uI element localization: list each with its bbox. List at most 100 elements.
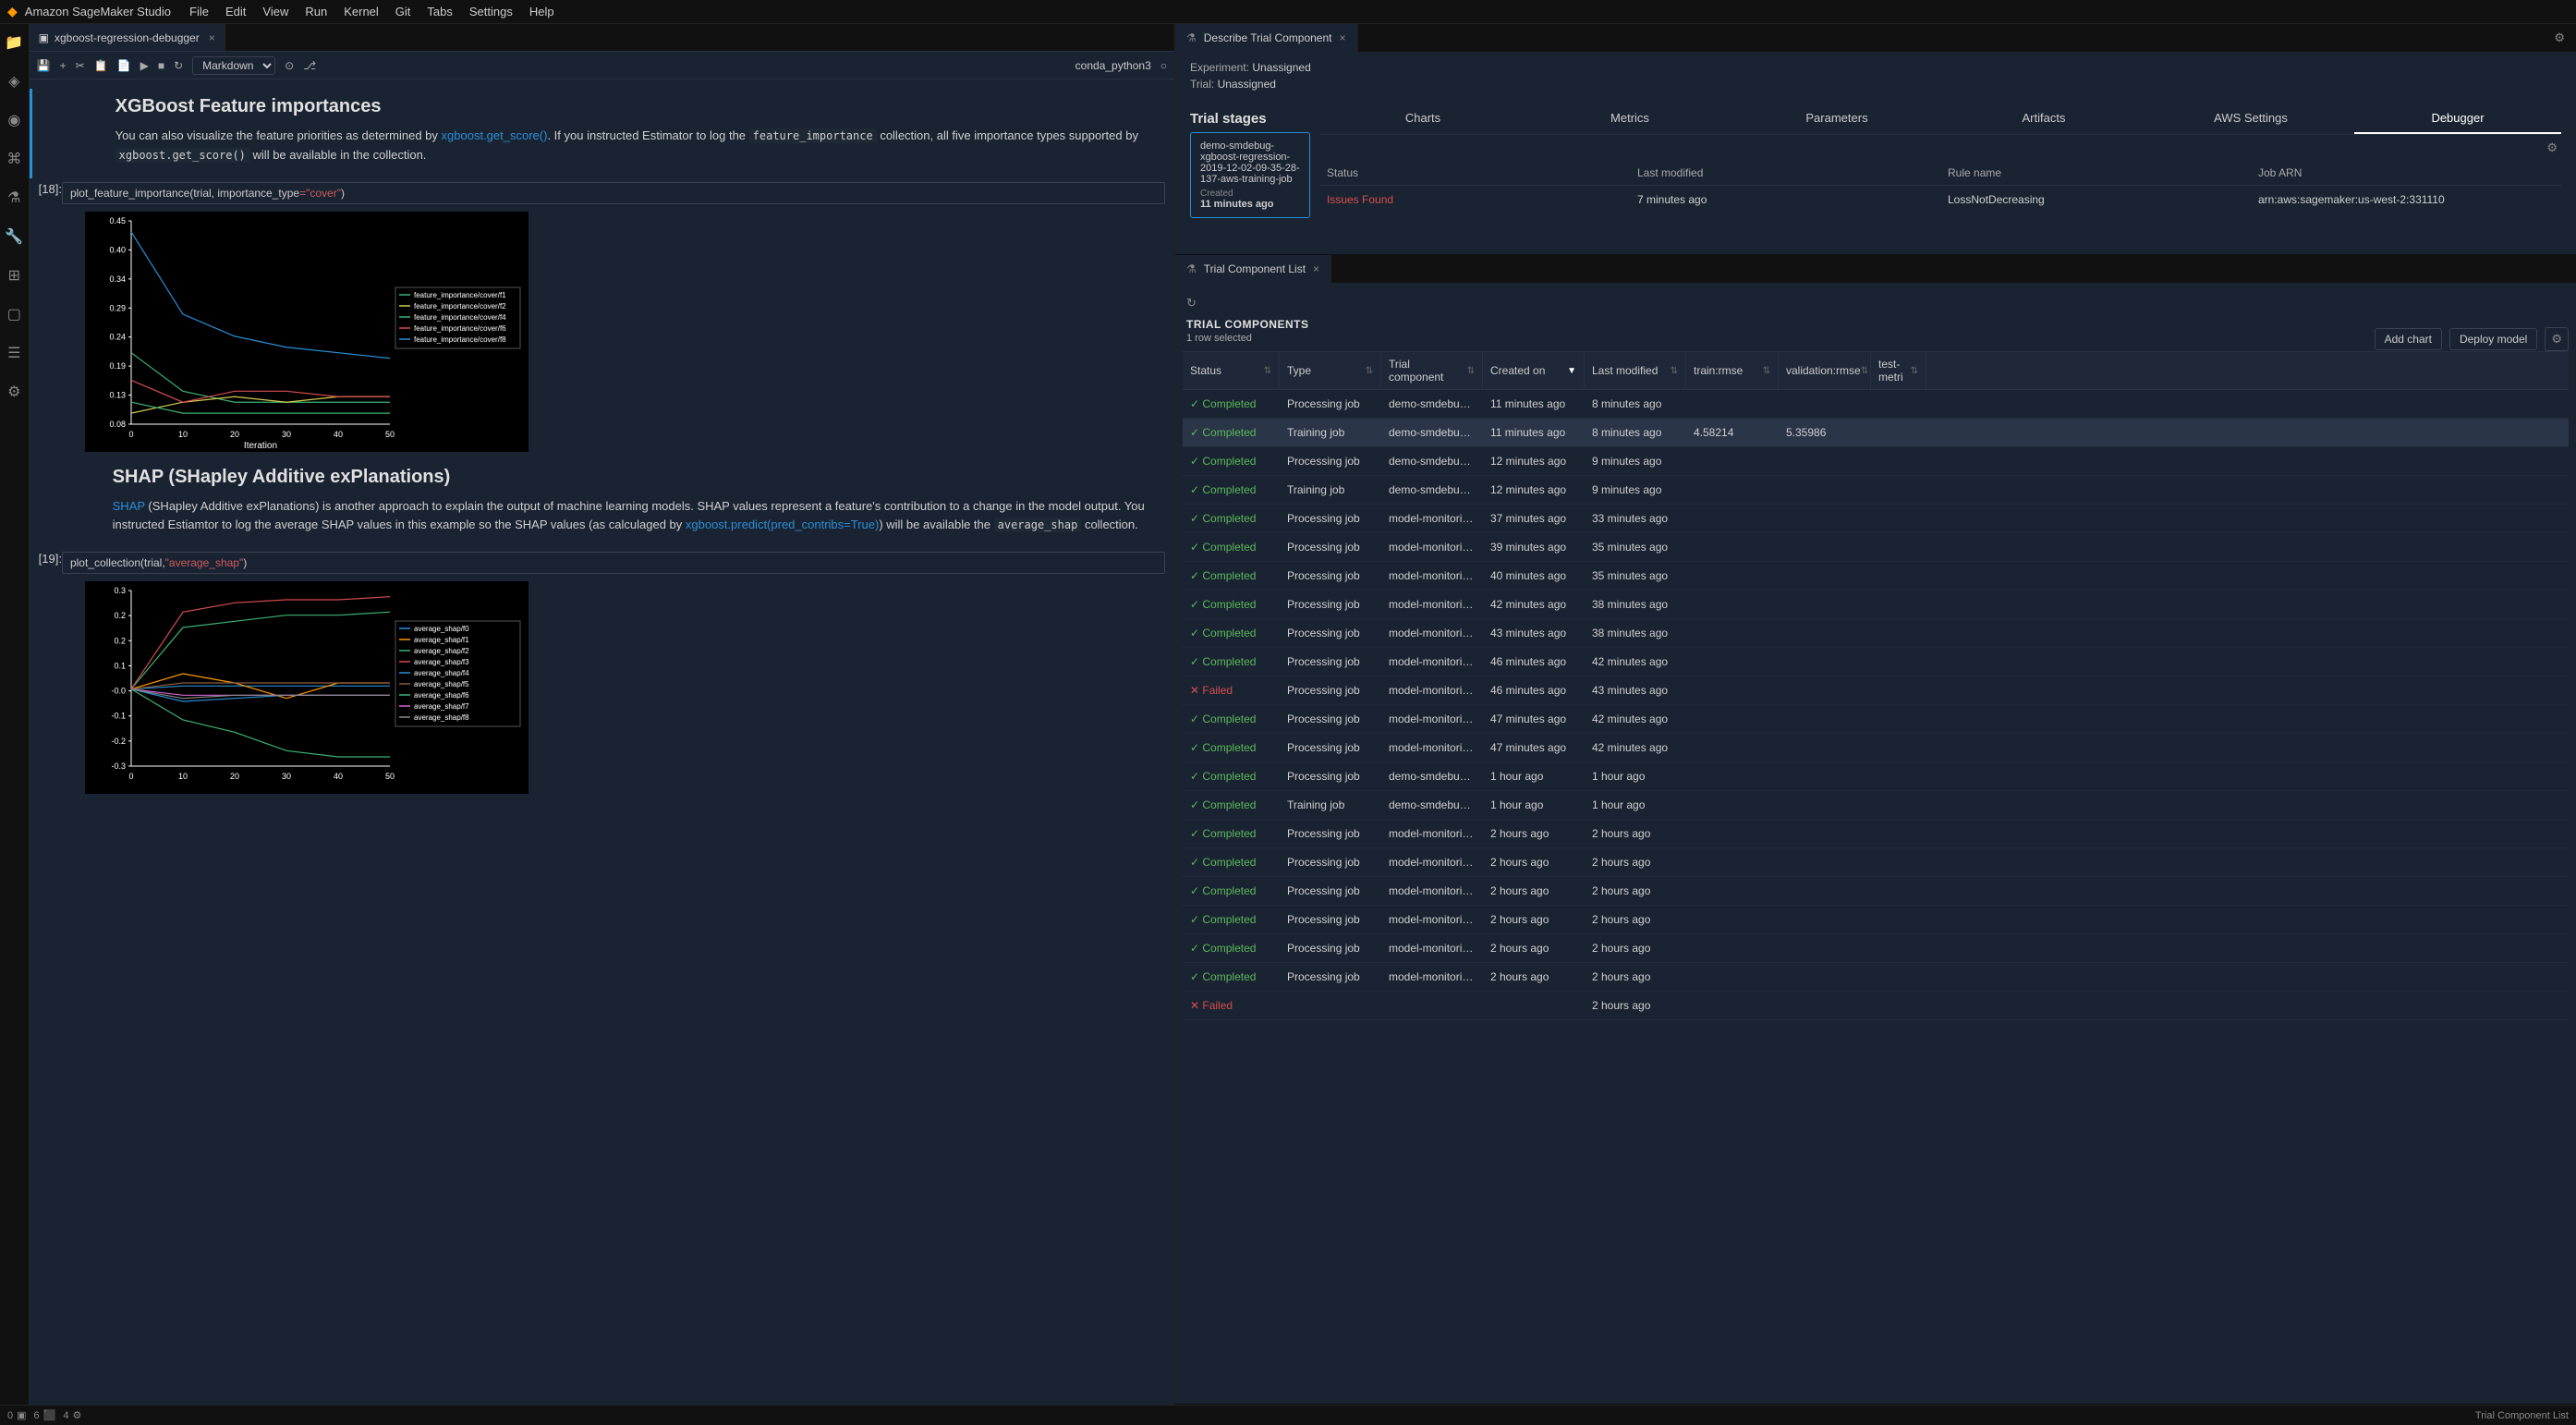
cut-icon[interactable]: ✂: [76, 59, 85, 72]
close-icon[interactable]: ×: [1340, 31, 1346, 44]
gear-icon[interactable]: ⚙: [2545, 327, 2569, 351]
code-input[interactable]: plot_feature_importance(trial, importanc…: [62, 182, 1165, 204]
list-icon[interactable]: ☰: [7, 344, 20, 362]
folder-icon[interactable]: 📁: [5, 33, 23, 52]
table-row[interactable]: CompletedProcessing jobdemo-smdebug-xgbo…: [1183, 390, 2569, 419]
menu-item-git[interactable]: Git: [395, 5, 411, 18]
test-cell: [1871, 967, 1926, 987]
table-row[interactable]: CompletedProcessing jobmodel-monitoring-…: [1183, 848, 2569, 877]
trial-list-tab[interactable]: ⚗ Trial Component List ×: [1175, 255, 1331, 283]
deploy-model-button[interactable]: Deploy model: [2449, 328, 2537, 350]
trial-stage-card[interactable]: demo-smdebug-xgboost-regression-2019-12-…: [1190, 132, 1310, 218]
status-cell: Completed: [1183, 852, 1280, 872]
sb-item[interactable]: 0 ▣: [7, 1409, 27, 1421]
add-cell-icon[interactable]: +: [60, 59, 67, 72]
name-cell: model-monitoring-20...: [1381, 852, 1483, 872]
table-row[interactable]: CompletedTraining jobdemo-smdebug-xgbo..…: [1183, 476, 2569, 505]
table-row[interactable]: CompletedProcessing jobmodel-monitoring-…: [1183, 505, 2569, 533]
menu-item-file[interactable]: File: [189, 5, 209, 18]
sb-item[interactable]: 4 ⚙: [63, 1409, 81, 1421]
refresh-icon[interactable]: ↻: [1186, 296, 1197, 311]
column-header[interactable]: Created on▼: [1483, 352, 1585, 389]
table-row[interactable]: CompletedProcessing jobmodel-monitoring-…: [1183, 533, 2569, 562]
close-icon[interactable]: ×: [209, 31, 215, 44]
cell-type-select[interactable]: Markdown: [192, 56, 275, 75]
add-chart-button[interactable]: Add chart: [2375, 328, 2442, 350]
link-xgboost-getscore[interactable]: xgboost.get_score(): [442, 128, 548, 142]
commands-icon[interactable]: ⌘: [6, 150, 21, 168]
app-title: Amazon SageMaker Studio: [25, 5, 171, 18]
column-header[interactable]: validation:rmse⇅: [1779, 352, 1871, 389]
column-header[interactable]: Status⇅: [1183, 352, 1280, 389]
table-row[interactable]: CompletedProcessing jobmodel-monitoring-…: [1183, 591, 2569, 619]
markdown-cell[interactable]: SHAP (SHapley Additive exPlanations) SHA…: [30, 459, 1174, 549]
endpoints-icon[interactable]: ⊞: [8, 266, 20, 285]
menu-item-run[interactable]: Run: [305, 5, 327, 18]
tab-metrics[interactable]: Metrics: [1526, 104, 1733, 134]
column-header[interactable]: Last modified⇅: [1585, 352, 1686, 389]
svg-text:0.29: 0.29: [109, 303, 126, 312]
gear-icon[interactable]: ⚙: [2546, 140, 2558, 154]
save-icon[interactable]: 💾: [37, 59, 51, 72]
table-row[interactable]: CompletedProcessing jobmodel-monitoring-…: [1183, 963, 2569, 992]
tab-aws-settings[interactable]: AWS Settings: [2147, 104, 2354, 134]
gear-icon[interactable]: ⚙: [2554, 30, 2565, 45]
table-row[interactable]: CompletedProcessing jobmodel-monitoring-…: [1183, 877, 2569, 906]
close-icon[interactable]: ×: [1313, 262, 1319, 275]
running-icon[interactable]: ◉: [7, 111, 20, 129]
tools-icon[interactable]: 🔧: [5, 227, 23, 246]
table-row[interactable]: CompletedProcessing jobmodel-monitoring-…: [1183, 906, 2569, 934]
table-row[interactable]: CompletedProcessing jobmodel-monitoring-…: [1183, 619, 2569, 648]
column-header[interactable]: test-metri⇅: [1871, 352, 1926, 389]
table-row[interactable]: CompletedTraining jobdemo-smdebug-xgbo..…: [1183, 419, 2569, 447]
sb-item[interactable]: 6 ⬛: [34, 1409, 56, 1421]
table-row[interactable]: CompletedProcessing jobmodel-monitoring-…: [1183, 820, 2569, 848]
git-icon[interactable]: ◈: [8, 72, 19, 91]
table-row[interactable]: CompletedProcessing jobmodel-monitoring-…: [1183, 934, 2569, 963]
column-header[interactable]: Type⇅: [1280, 352, 1381, 389]
table-row[interactable]: CompletedProcessing jobdemo-smdebug-xgbo…: [1183, 447, 2569, 476]
paste-icon[interactable]: 📄: [117, 59, 131, 72]
table-row[interactable]: CompletedProcessing jobmodel-monitoring-…: [1183, 705, 2569, 734]
kernel-name[interactable]: conda_python3: [1075, 59, 1151, 72]
column-header[interactable]: Trial component⇅: [1381, 352, 1483, 389]
menu-item-edit[interactable]: Edit: [225, 5, 246, 18]
link-shap[interactable]: SHAP: [113, 499, 145, 513]
tab-charts[interactable]: Charts: [1319, 104, 1526, 134]
run-icon[interactable]: ▶: [140, 59, 149, 72]
copy-icon[interactable]: 📋: [94, 59, 108, 72]
code-cell[interactable]: [18]: plot_feature_importance(trial, imp…: [30, 178, 1174, 208]
tab-artifacts[interactable]: Artifacts: [1940, 104, 2147, 134]
table-row[interactable]: Failed2 hours ago: [1183, 992, 2569, 1020]
table-row[interactable]: CompletedProcessing jobdemo-smdebug-xgbo…: [1183, 762, 2569, 791]
restart-icon[interactable]: ↻: [174, 59, 183, 72]
code-cell[interactable]: [19]: plot_collection(trial,"average_sha…: [30, 548, 1174, 578]
commit-icon[interactable]: ⊙: [285, 59, 294, 72]
experiments-icon[interactable]: ⚗: [7, 189, 20, 207]
markdown-cell[interactable]: XGBoost Feature importances You can also…: [30, 89, 1174, 178]
describe-tab[interactable]: ⚗ Describe Trial Component ×: [1175, 24, 1358, 52]
settings-icon[interactable]: ⚙: [7, 383, 20, 401]
menu-item-tabs[interactable]: Tabs: [427, 5, 452, 18]
valid-cell: [1779, 394, 1871, 414]
table-row[interactable]: CompletedTraining jobdemo-smdebug-xgbo..…: [1183, 791, 2569, 820]
menu-item-view[interactable]: View: [262, 5, 288, 18]
menu-item-kernel[interactable]: Kernel: [344, 5, 379, 18]
table-row[interactable]: CompletedProcessing jobmodel-monitoring-…: [1183, 562, 2569, 591]
menu-item-settings[interactable]: Settings: [469, 5, 513, 18]
table-row[interactable]: CompletedProcessing jobmodel-monitoring-…: [1183, 648, 2569, 676]
menu-item-help[interactable]: Help: [529, 5, 554, 18]
column-header[interactable]: train:rmse⇅: [1686, 352, 1779, 389]
tab-debugger[interactable]: Debugger: [2354, 104, 2561, 134]
table-row[interactable]: FailedProcessing jobmodel-monitoring-20.…: [1183, 676, 2569, 705]
notebook-tab[interactable]: ▣ xgboost-regression-debugger ×: [30, 24, 225, 51]
stop-icon[interactable]: ■: [158, 59, 164, 72]
type-cell: Processing job: [1280, 852, 1381, 872]
code-input[interactable]: plot_collection(trial,"average_shap"): [62, 552, 1165, 574]
tab-parameters[interactable]: Parameters: [1733, 104, 1940, 134]
git-icon[interactable]: ⎇: [303, 59, 316, 72]
table-row[interactable]: CompletedProcessing jobmodel-monitoring-…: [1183, 734, 2569, 762]
tabs-icon[interactable]: ▢: [7, 305, 21, 323]
link-xgboost-predict[interactable]: xgboost.predict(pred_contribs=True): [686, 518, 879, 531]
train-cell: [1686, 967, 1779, 987]
